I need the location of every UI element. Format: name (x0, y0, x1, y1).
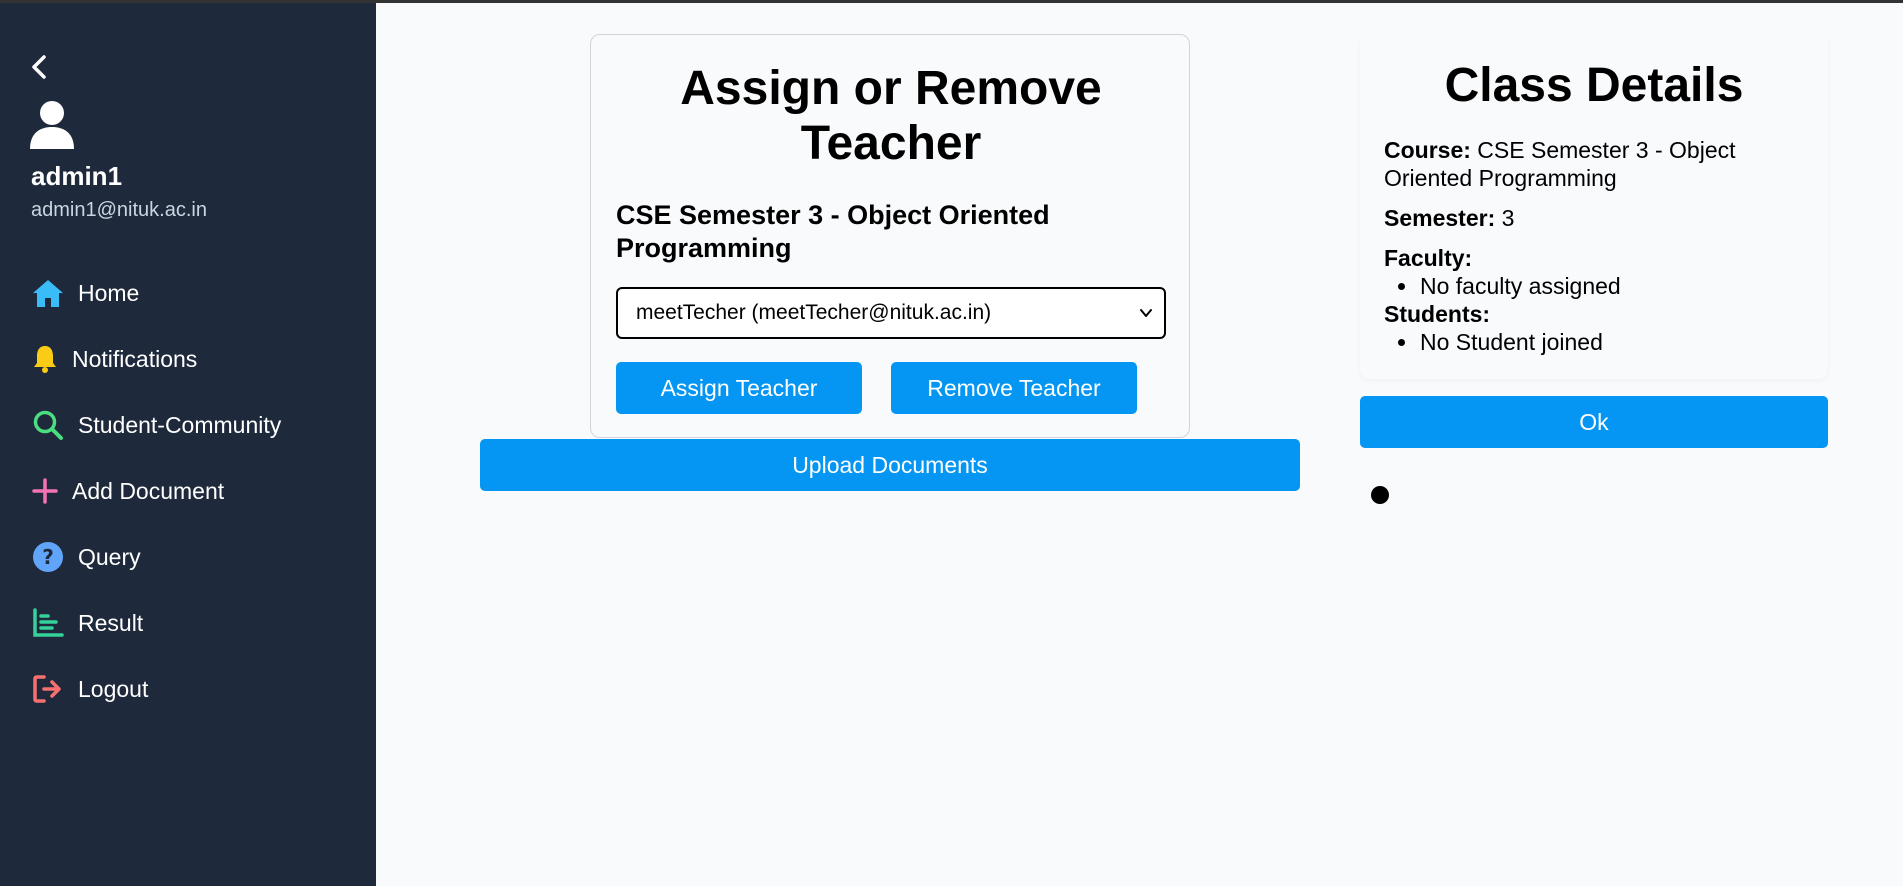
assign-teacher-button[interactable]: Assign Teacher (616, 362, 862, 414)
plus-icon (30, 473, 60, 509)
faculty-item: No faculty assigned (1398, 273, 1621, 299)
bar-chart-icon (30, 605, 66, 641)
sidebar-item-label: Add Document (72, 477, 225, 504)
semester-label: Semester: (1384, 205, 1496, 231)
sidebar-item-student-community[interactable]: Student-Community (30, 403, 350, 447)
user-name: admin1 (31, 161, 123, 191)
home-icon (30, 275, 66, 311)
ok-button[interactable]: Ok (1360, 396, 1828, 448)
sidebar-item-logout[interactable]: Logout (30, 667, 350, 711)
semester-detail: Semester: 3 (1384, 204, 1814, 232)
course-detail: Course: CSE Semester 3 - Object Oriented… (1384, 136, 1814, 192)
black-dot (1371, 486, 1389, 504)
faculty-label: Faculty: (1384, 245, 1473, 271)
students-label: Students: (1384, 301, 1491, 327)
upload-documents-button[interactable]: Upload Documents (480, 439, 1300, 491)
user-avatar-icon (28, 99, 76, 151)
student-item: No Student joined (1398, 329, 1603, 355)
sidebar-item-notifications[interactable]: Notifications (30, 337, 350, 381)
course-heading: CSE Semester 3 - Object Oriented Program… (616, 200, 1050, 263)
sidebar-item-label: Student-Community (78, 411, 282, 438)
assign-title: Assign or Remove Teacher (680, 62, 1102, 170)
teacher-select-value: meetTecher (meetTecher@nituk.ac.in) (636, 301, 992, 324)
sidebar-item-label: Query (78, 543, 141, 570)
sidebar-item-label: Logout (78, 675, 149, 702)
assign-teacher-card: Assign or Remove Teacher CSE Semester 3 … (590, 34, 1190, 438)
sidebar-item-result[interactable]: Result (30, 601, 350, 645)
sidebar-item-label: Result (78, 609, 144, 636)
chevron-down-icon (1138, 305, 1154, 326)
logout-icon (30, 671, 66, 707)
user-email: admin1@nituk.ac.in (31, 199, 207, 221)
course-label: Course: (1384, 137, 1471, 163)
bell-icon (30, 341, 60, 377)
sidebar-item-label: Notifications (72, 345, 198, 372)
details-title: Class Details (1444, 59, 1744, 112)
sidebar-item-home[interactable]: Home (30, 271, 350, 315)
back-chevron-icon[interactable] (28, 53, 52, 81)
svg-text:?: ? (42, 545, 54, 569)
remove-teacher-button[interactable]: Remove Teacher (891, 362, 1137, 414)
sidebar-item-query[interactable]: ? Query (30, 535, 350, 579)
sidebar: admin1 admin1@nituk.ac.in Home Notificat… (0, 3, 376, 886)
sidebar-item-add-document[interactable]: Add Document (30, 469, 350, 513)
semester-value: 3 (1501, 205, 1515, 231)
sidebar-item-label: Home (78, 279, 140, 306)
teacher-select[interactable]: meetTecher (meetTecher@nituk.ac.in) (616, 287, 1166, 339)
class-details-card: Class Details Course: CSE Semester 3 - O… (1360, 34, 1828, 379)
search-icon (30, 407, 66, 443)
question-icon: ? (30, 539, 66, 575)
